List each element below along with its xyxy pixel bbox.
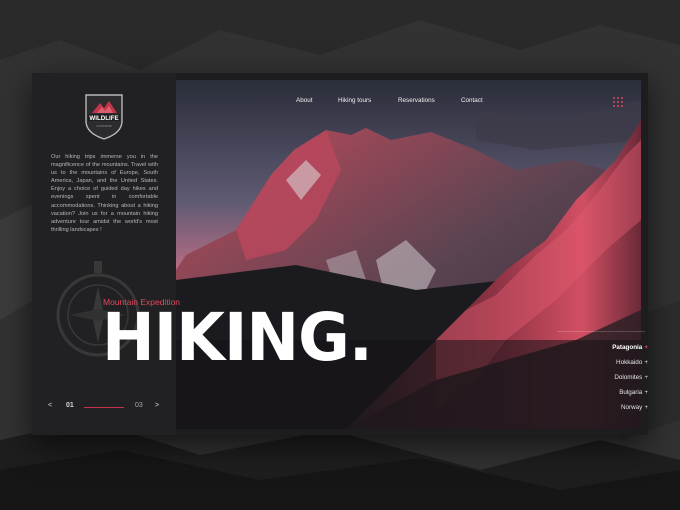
current-slide-number: 01 — [66, 402, 74, 409]
grid-menu-icon[interactable] — [613, 97, 625, 109]
destination-hokkaido[interactable]: Hokkaido + — [572, 355, 648, 370]
destination-label: Dolomites — [614, 374, 643, 381]
total-slides-number: 03 — [135, 402, 143, 409]
sidebar: WILDLIFE OUTDOOR Our hiking trips immers… — [32, 73, 176, 435]
destination-norway[interactable]: Norway + — [572, 400, 648, 415]
nav-about[interactable]: About — [296, 97, 312, 104]
plus-icon: + — [644, 374, 648, 381]
plus-icon: + — [644, 404, 648, 411]
intro-paragraph: Our hiking trips immerse you in the magn… — [51, 154, 158, 233]
prev-slide-button[interactable]: < — [48, 402, 52, 409]
logo-subtext: OUTDOOR — [96, 124, 112, 128]
destination-label: Bulgaria — [619, 389, 643, 396]
plus-icon: + — [644, 344, 648, 351]
hero-title: HIKING. — [102, 298, 373, 376]
plus-icon: + — [644, 359, 648, 366]
nav-reservations[interactable]: Reservations — [398, 97, 435, 104]
destination-list: Patagonia + Hokkaido + Dolomites + Bulgaria… — [572, 340, 648, 415]
nav-contact[interactable]: Contact — [461, 97, 483, 104]
top-navigation: About Hiking tours Reservations Contact — [176, 97, 641, 109]
destination-label: Norway — [620, 404, 643, 411]
destination-bulgaria[interactable]: Bulgaria + — [572, 385, 648, 400]
nav-hiking-tours[interactable]: Hiking tours — [338, 97, 371, 104]
destinations-divider — [557, 331, 645, 332]
wildlife-logo-icon[interactable]: WILDLIFE OUTDOOR — [82, 91, 126, 141]
destination-dolomites[interactable]: Dolomites + — [572, 370, 648, 385]
slide-pager: < 01 03 > — [48, 402, 168, 414]
plus-icon: + — [644, 389, 648, 396]
next-slide-button[interactable]: > — [155, 402, 159, 409]
destination-patagonia[interactable]: Patagonia + — [572, 340, 648, 355]
destination-label: Patagonia — [612, 344, 643, 351]
main-card: WILDLIFE OUTDOOR Our hiking trips immers… — [32, 73, 648, 435]
logo-text: WILDLIFE — [89, 115, 118, 122]
slide-progress-line — [84, 407, 124, 408]
destination-label: Hokkaido — [616, 359, 643, 366]
